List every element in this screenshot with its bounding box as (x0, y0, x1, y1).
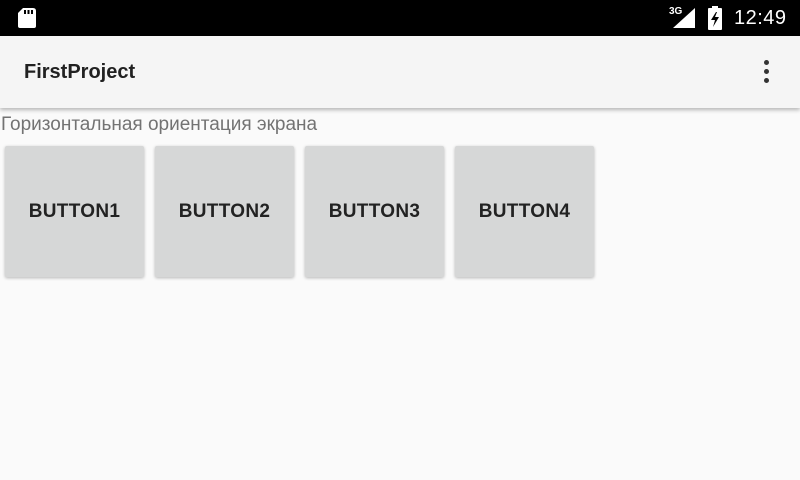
main-content: Горизонтальная ориентация экрана BUTTON1… (0, 108, 800, 480)
orientation-text: Горизонтальная ориентация экрана (1, 114, 318, 135)
app-title: FirstProject (24, 61, 136, 83)
overflow-menu-icon[interactable] (752, 56, 782, 88)
button-1[interactable]: BUTTON1 (5, 146, 144, 277)
sd-card-icon (18, 8, 36, 28)
status-clock: 12:49 (734, 7, 787, 29)
battery-charging-icon (708, 6, 722, 30)
button-4[interactable]: BUTTON4 (455, 146, 594, 277)
button-row: BUTTON1 BUTTON2 BUTTON3 BUTTON4 (5, 146, 594, 277)
signal-icon (673, 8, 695, 28)
app-bar: FirstProject (0, 36, 800, 108)
button-2[interactable]: BUTTON2 (155, 146, 294, 277)
status-bar: 3G 12:49 (0, 0, 800, 36)
button-3[interactable]: BUTTON3 (305, 146, 444, 277)
